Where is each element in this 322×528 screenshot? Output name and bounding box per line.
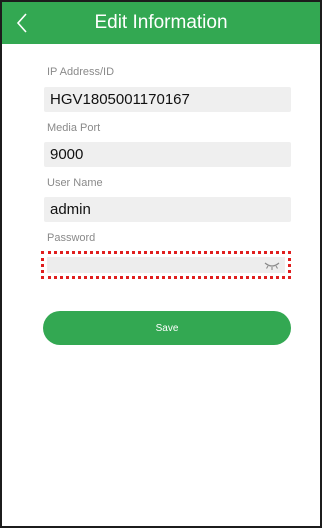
ip-address-label: IP Address/ID: [47, 66, 115, 78]
password-label: Password: [47, 232, 96, 244]
save-button[interactable]: Save: [43, 311, 291, 345]
user-name-label: User Name: [47, 177, 103, 189]
user-name-field[interactable]: admin: [44, 197, 291, 222]
media-port-field[interactable]: 9000: [44, 142, 291, 167]
chevron-left-icon: [16, 13, 27, 33]
password-highlight: [41, 251, 291, 279]
media-port-label: Media Port: [47, 122, 101, 134]
eye-closed-icon[interactable]: [264, 259, 280, 271]
page-title: Edit Information: [94, 12, 228, 33]
save-button-label: Save: [155, 322, 179, 334]
user-name-value: admin: [50, 201, 91, 218]
back-button[interactable]: [2, 2, 42, 44]
ip-address-field[interactable]: HGV1805001170167: [44, 87, 291, 112]
password-input[interactable]: [47, 257, 285, 273]
media-port-value: 9000: [50, 146, 84, 163]
ip-address-value: HGV1805001170167: [50, 91, 190, 108]
